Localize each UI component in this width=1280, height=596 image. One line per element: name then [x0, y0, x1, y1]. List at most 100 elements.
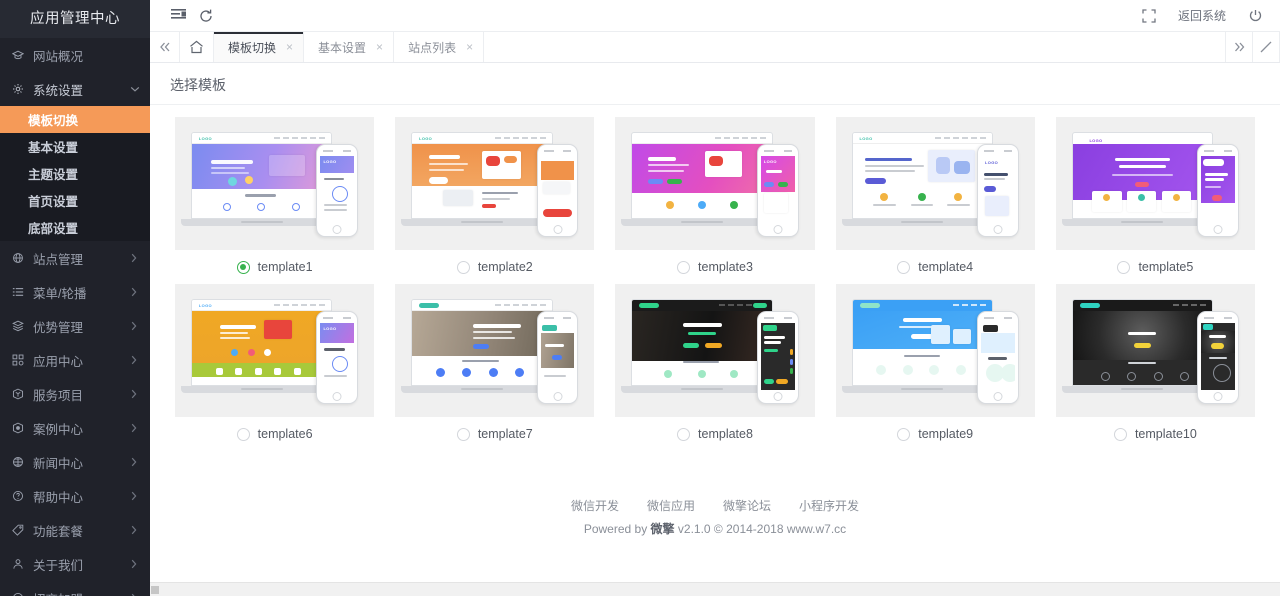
sidebar-item-9[interactable]: 新闻中心: [0, 445, 150, 479]
template-thumbnail[interactable]: [835, 284, 1035, 417]
template-thumbnail[interactable]: LOGO LOGO: [175, 117, 375, 250]
handshake-icon: [12, 592, 30, 596]
template-card-7[interactable]: template7: [395, 284, 595, 451]
horizontal-scrollbar[interactable]: [150, 582, 1280, 596]
template-thumbnail[interactable]: [395, 284, 595, 417]
footer-link-3[interactable]: 微擎论坛: [723, 499, 771, 513]
sidebar-item-12[interactable]: 关于我们: [0, 547, 150, 581]
template-card-2[interactable]: LOGO template2: [395, 117, 595, 284]
template-radio-row[interactable]: template8: [615, 417, 814, 451]
refresh-icon[interactable]: [192, 9, 220, 23]
template-radio-row[interactable]: template5: [1056, 250, 1255, 284]
tab-3[interactable]: 站点列表 ×: [394, 32, 485, 62]
users-icon: [12, 558, 30, 570]
tab-close-icon[interactable]: ×: [286, 41, 293, 53]
sidebar-item-7[interactable]: 服务项目: [0, 377, 150, 411]
case-icon: [12, 422, 30, 434]
template-radio[interactable]: [677, 260, 691, 274]
template-thumbnail[interactable]: LOGO LOGO: [175, 284, 375, 417]
sidebar-item-label: 站点管理: [33, 252, 84, 267]
template-radio-row[interactable]: template4: [836, 250, 1035, 284]
fullscreen-icon[interactable]: [1136, 8, 1162, 23]
footer-links: 微信开发 微信应用 微擎论坛 小程序开发: [150, 497, 1280, 514]
template-card-5[interactable]: LOGO template5: [1055, 117, 1255, 284]
template-radio[interactable]: [677, 427, 691, 441]
globe-icon: [12, 456, 30, 468]
back-to-system-button[interactable]: 返回系统: [1178, 7, 1226, 24]
power-icon[interactable]: [1242, 9, 1268, 22]
sidebar-subitem-4[interactable]: 首页设置: [0, 187, 150, 214]
template-card-9[interactable]: template9: [835, 284, 1035, 451]
tab-label: 站点列表: [408, 40, 457, 55]
cube-icon: [12, 388, 30, 400]
sidebar-item-6[interactable]: 应用中心: [0, 343, 150, 377]
page-title: 选择模板: [170, 77, 226, 93]
footer-link-2[interactable]: 微信应用: [647, 499, 695, 513]
template-thumbnail[interactable]: [615, 284, 815, 417]
template-radio-row[interactable]: template10: [1056, 417, 1255, 451]
template-preview-art: LOGO LOGO: [175, 284, 374, 417]
template-radio-row[interactable]: template9: [836, 417, 1035, 451]
home-icon[interactable]: [180, 32, 214, 62]
sidebar-item-8[interactable]: 案例中心: [0, 411, 150, 445]
sidebar-item-label: 新闻中心: [33, 456, 84, 471]
sidebar-item-10[interactable]: 帮助中心: [0, 479, 150, 513]
template-thumbnail[interactable]: LOGO: [1055, 117, 1255, 250]
template-radio[interactable]: [456, 260, 470, 274]
template-radio-row[interactable]: template6: [175, 417, 374, 451]
sidebar-item-5[interactable]: 优势管理: [0, 309, 150, 343]
template-thumbnail[interactable]: [1055, 284, 1255, 417]
template-card-6[interactable]: LOGO LOGO template6: [175, 284, 375, 451]
template-radio[interactable]: [897, 260, 911, 274]
template-radio-row[interactable]: template1: [175, 250, 374, 284]
template-radio-row[interactable]: template2: [395, 250, 594, 284]
template-card-1[interactable]: LOGO LOGO template1: [175, 117, 375, 284]
template-card-8[interactable]: template8: [615, 284, 815, 451]
template-radio[interactable]: [1113, 427, 1127, 441]
template-radio-row[interactable]: template3: [615, 250, 814, 284]
sidebar-item-4[interactable]: 菜单/轮播: [0, 275, 150, 309]
template-label: template7: [477, 427, 533, 441]
sidebar-subitem-2[interactable]: 基本设置: [0, 133, 150, 160]
template-card-10[interactable]: template10: [1055, 284, 1255, 451]
chevron-right-icon: [130, 559, 140, 569]
template-label: template2: [477, 260, 533, 274]
template-thumbnail[interactable]: LOGO LOGO: [615, 117, 815, 250]
chevrons-right-icon[interactable]: [1226, 32, 1253, 62]
template-radio-row[interactable]: template7: [395, 417, 594, 451]
sidebar-subitem-3[interactable]: 主题设置: [0, 160, 150, 187]
sidebar-item-11[interactable]: 功能套餐: [0, 513, 150, 547]
template-radio[interactable]: [456, 427, 470, 441]
expand-icon[interactable]: [1253, 32, 1280, 62]
sidebar-subitem-1[interactable]: 模板切换: [0, 106, 150, 133]
menu-fold-icon[interactable]: [164, 9, 192, 22]
chevrons-left-icon[interactable]: [150, 32, 180, 62]
chevron-right-icon: [130, 355, 140, 365]
template-preview-art: [395, 284, 594, 417]
sidebar-item-2[interactable]: 系统设置: [0, 72, 150, 106]
tab-close-icon[interactable]: ×: [466, 41, 473, 53]
template-label: template8: [698, 427, 753, 441]
tab-2[interactable]: 基本设置 ×: [304, 32, 395, 62]
template-card-3[interactable]: LOGO LOGO template3: [615, 117, 815, 284]
template-thumbnail[interactable]: LOGO: [395, 117, 595, 250]
sidebar-subitem-5[interactable]: 底部设置: [0, 214, 150, 241]
scrollbar-thumb[interactable]: [151, 586, 159, 594]
sidebar-brand: 应用管理中心: [0, 0, 150, 38]
template-preview-art: [1056, 284, 1255, 417]
template-thumbnail[interactable]: LOGO LOGO: [835, 117, 1035, 250]
template-radio[interactable]: [236, 260, 250, 274]
template-radio[interactable]: [236, 427, 250, 441]
footer-link-4[interactable]: 小程序开发: [799, 499, 859, 513]
sidebar-item-3[interactable]: 站点管理: [0, 241, 150, 275]
template-radio[interactable]: [897, 427, 911, 441]
tab-1[interactable]: 模板切换 ×: [214, 32, 305, 62]
tab-close-icon[interactable]: ×: [376, 41, 383, 53]
template-radio[interactable]: [1117, 260, 1131, 274]
sidebar-item-label: 优势管理: [33, 320, 84, 335]
footer-link-1[interactable]: 微信开发: [571, 499, 619, 513]
sidebar-item-1[interactable]: 网站概况: [0, 38, 150, 72]
chevron-right-icon: [130, 525, 140, 535]
sidebar-item-13[interactable]: 招商加盟: [0, 581, 150, 596]
template-card-4[interactable]: LOGO LOGO template4: [835, 117, 1035, 284]
